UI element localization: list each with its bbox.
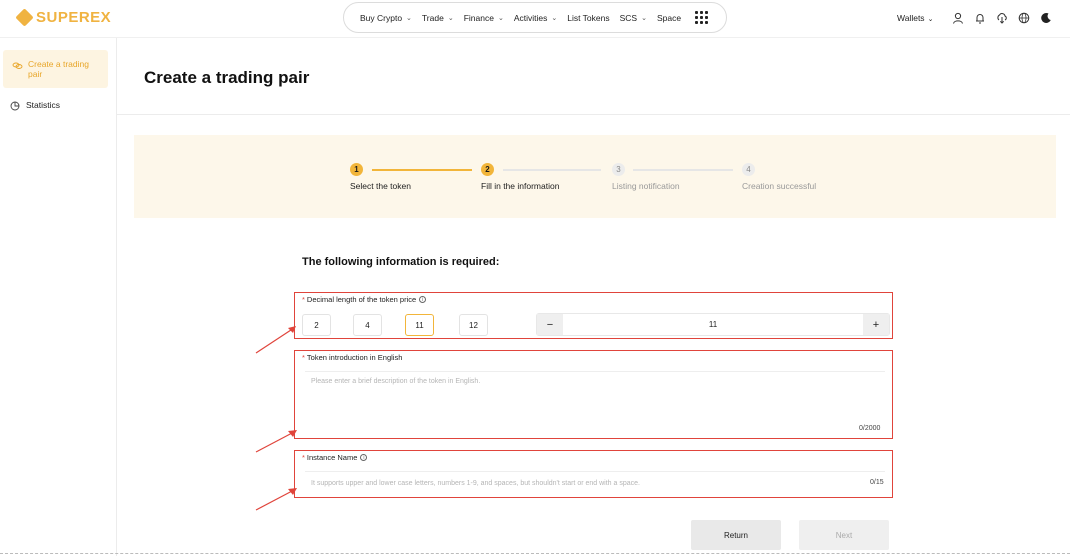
sidebar-item-create-trading-pair[interactable]: Create a trading pair: [3, 50, 108, 88]
token-intro-label: * Token introduction in English: [302, 353, 402, 362]
chevron-down-icon: ⌄: [927, 16, 934, 23]
logo-diamond-icon: [15, 8, 34, 27]
nav-trade[interactable]: Trade ⌄: [422, 13, 454, 23]
step-connector: [372, 169, 472, 171]
step-connector: [503, 169, 601, 171]
nav-label: Activities: [513, 12, 548, 23]
sidebar-item-statistics[interactable]: Statistics: [9, 100, 60, 112]
step-number: 1: [350, 163, 363, 176]
nav-finance[interactable]: Finance ⌄: [464, 13, 504, 23]
chevron-down-icon: ⌄: [406, 14, 412, 22]
globe-icon[interactable]: [1013, 10, 1035, 26]
step-2: 2 Fill in the information: [481, 163, 559, 191]
step-label: Fill in the information: [481, 181, 560, 191]
info-icon[interactable]: i: [360, 454, 368, 461]
step-1: 1 Select the token: [350, 163, 411, 191]
sidebar-item-label: Create a trading pair: [28, 59, 89, 79]
nav-list-tokens[interactable]: List Tokens: [567, 13, 609, 23]
page-title: Create a trading pair: [144, 68, 310, 87]
section-title: The following information is required:: [302, 256, 500, 268]
field-label: Token introduction in English: [306, 353, 403, 362]
step-label: Listing notification: [612, 181, 680, 191]
token-intro-textarea[interactable]: Please enter a brief description of the …: [305, 371, 885, 433]
nav-activities[interactable]: Activities ⌄: [514, 13, 557, 23]
decimal-option-2[interactable]: 2: [302, 314, 331, 336]
main-nav: Buy Crypto ⌄ Trade ⌄ Finance ⌄ Activities ⌄ …: [343, 2, 727, 33]
step-label: Creation successful: [742, 181, 817, 191]
required-mark: *: [302, 353, 305, 362]
next-button[interactable]: Next: [799, 520, 889, 550]
decimal-stepper-value[interactable]: 11: [563, 314, 863, 335]
step-number: 2: [481, 163, 494, 176]
char-counter: 0/15: [870, 479, 884, 486]
step-4: 4 Creation successful: [742, 163, 816, 191]
instance-name-input[interactable]: It supports upper and lower case letters…: [305, 471, 885, 493]
step-number: 3: [612, 163, 625, 176]
superex-logo[interactable]: SUPEREX: [15, 8, 112, 27]
decrement-button[interactable]: −: [537, 314, 563, 335]
input-placeholder: It supports upper and lower case letters…: [311, 480, 640, 487]
chevron-down-icon: ⌄: [447, 14, 454, 22]
annotation-arrow: [255, 488, 297, 511]
nav-label: Trade: [421, 12, 444, 23]
char-counter: 0/2000: [859, 425, 881, 432]
decimal-stepper: − 11 +: [536, 313, 890, 336]
textarea-placeholder: Please enter a brief description of the …: [311, 378, 481, 385]
pie-chart-icon: [9, 100, 21, 112]
field-label: Instance Name: [306, 453, 358, 462]
decimal-option-11[interactable]: 11: [405, 314, 434, 336]
chevron-down-icon: ⌄: [497, 14, 504, 22]
instance-name-label: * Instance Name i: [302, 453, 368, 462]
field-label: Decimal length of the token price: [306, 295, 417, 304]
chevron-down-icon: ⌄: [551, 14, 558, 22]
bell-icon[interactable]: [969, 10, 991, 26]
step-connector: [633, 169, 733, 171]
chevron-down-icon: ⌄: [641, 14, 647, 22]
step-number: 4: [742, 163, 755, 176]
annotation-arrow: [255, 326, 296, 354]
nav-label: Space: [656, 12, 682, 23]
grid-icon[interactable]: [695, 11, 709, 24]
divider: [117, 114, 1070, 115]
annotation-arrow: [255, 430, 297, 453]
user-icon[interactable]: [947, 10, 969, 26]
coins-icon: [11, 59, 23, 71]
increment-button[interactable]: +: [863, 314, 889, 335]
nav-label: Finance: [463, 12, 494, 23]
decimal-option-12[interactable]: 12: [459, 314, 488, 336]
required-mark: *: [302, 453, 305, 462]
page-bottom-edge: [0, 553, 1070, 554]
top-nav-bar: SUPEREX Buy Crypto ⌄ Trade ⌄ Finance ⌄ Acti…: [0, 0, 1070, 38]
sidebar: Create a trading pair Statistics: [0, 38, 117, 556]
top-right-actions: Wallets ⌄: [897, 10, 1057, 26]
nav-label: Buy Crypto: [360, 12, 403, 23]
step-3: 3 Listing notification: [612, 163, 680, 191]
nav-space[interactable]: Space: [657, 13, 681, 23]
sidebar-item-label: Statistics: [26, 100, 61, 110]
step-label: Select the token: [350, 181, 411, 191]
nav-label: List Tokens: [567, 12, 610, 23]
info-icon[interactable]: i: [419, 296, 427, 303]
return-button[interactable]: Return: [691, 520, 781, 550]
decimal-length-label: * Decimal length of the token price i: [302, 295, 427, 304]
download-icon[interactable]: [991, 10, 1013, 26]
logo-text: SUPEREX: [36, 9, 112, 26]
wallets-label: Wallets: [897, 13, 925, 23]
nav-scs[interactable]: SCS ⌄: [620, 13, 647, 23]
required-mark: *: [302, 295, 305, 304]
moon-icon[interactable]: [1035, 10, 1057, 26]
nav-label: SCS: [619, 12, 638, 23]
nav-buy-crypto[interactable]: Buy Crypto ⌄: [360, 13, 412, 23]
progress-stepper: [134, 135, 1056, 218]
wallets-menu[interactable]: Wallets ⌄: [897, 13, 933, 23]
decimal-option-4[interactable]: 4: [353, 314, 382, 336]
